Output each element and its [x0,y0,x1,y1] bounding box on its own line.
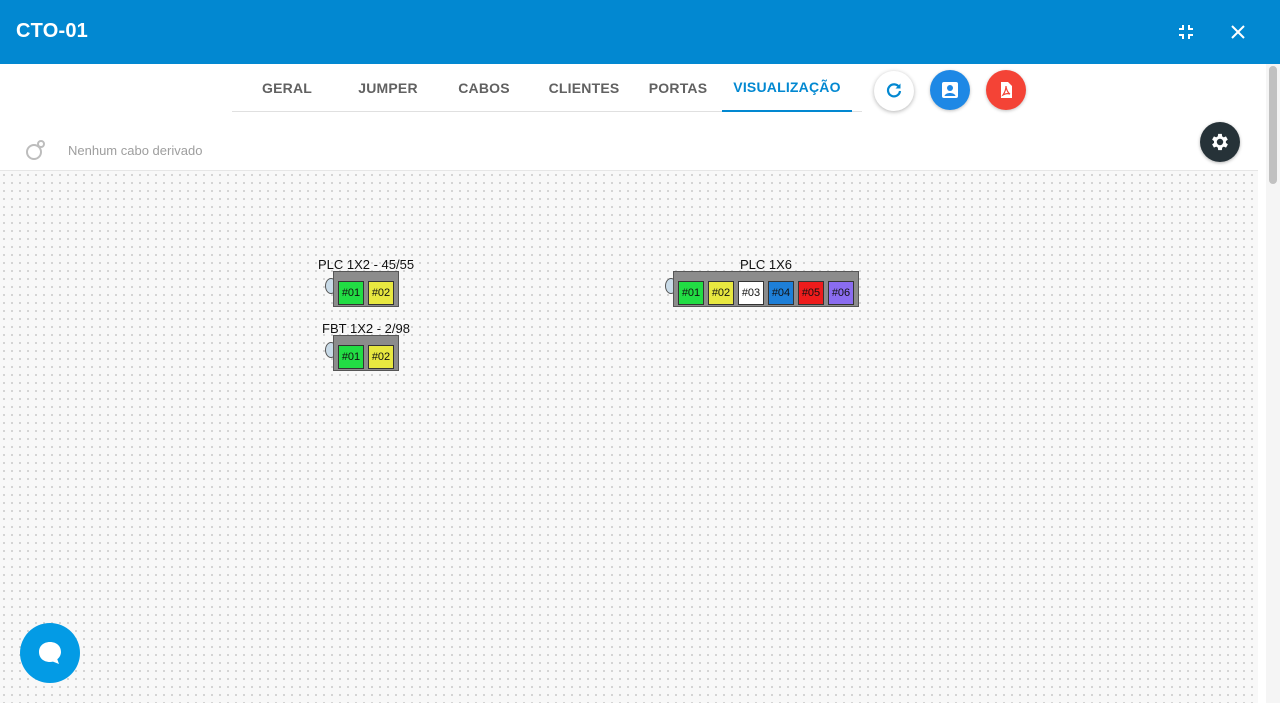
fullscreen-exit-icon [1179,25,1193,39]
settings-button[interactable] [1200,122,1240,162]
tab-clientes[interactable]: CLIENTES [534,64,634,111]
refresh-icon [886,83,902,98]
splitter-port[interactable]: #03 [738,281,764,305]
chat-bubble-icon [39,642,61,664]
minimize-button[interactable] [1172,18,1200,46]
splitter-label: FBT 1X2 - 2/98 [322,321,410,336]
tab-portas[interactable]: PORTAS [634,64,722,111]
refresh-button[interactable] [874,71,914,111]
splitter-port[interactable]: #04 [768,281,794,305]
gear-icon [1212,133,1228,151]
splitter-label: PLC 1X6 [739,257,793,272]
vertical-scrollbar[interactable] [1266,64,1280,703]
splitter-fbt-1x2[interactable]: FBT 1X2 - 2/98 #01 #02 [310,321,422,373]
splitter-plc-1x6[interactable]: PLC 1X6 #01 #02 #03 #04 #05 #06 [662,257,862,309]
splitter-label: PLC 1X2 - 45/55 [317,257,415,272]
splitter-port[interactable]: #05 [798,281,824,305]
cable-derive-icon [26,140,45,160]
tab-jumper[interactable]: JUMPER [342,64,434,111]
close-icon [1231,25,1245,39]
scrollbar-thumb[interactable] [1269,66,1277,184]
splitter-port[interactable]: #01 [338,281,364,305]
tab-bar: GERAL JUMPER CABOS CLIENTES PORTAS VISUA… [232,64,862,112]
window-header: CTO-01 [0,0,1280,64]
chat-button[interactable] [20,623,80,683]
splitter-port[interactable]: #01 [678,281,704,305]
splitter-port[interactable]: #06 [828,281,854,305]
account-box-icon [942,82,958,98]
window-title: CTO-01 [16,20,88,42]
splitter-port[interactable]: #01 [338,345,364,369]
pdf-icon [1001,82,1012,98]
export-pdf-button[interactable] [986,70,1026,110]
tab-visualizacao[interactable]: VISUALIZAÇÃO [722,64,852,112]
tab-cabos[interactable]: CABOS [434,64,534,111]
close-button[interactable] [1224,18,1252,46]
visualization-canvas[interactable]: PLC 1X2 - 45/55 #01 #02 FBT 1X2 - 2/98 #… [0,170,1258,703]
client-view-button[interactable] [930,70,970,110]
splitter-plc-1x2[interactable]: PLC 1X2 - 45/55 #01 #02 [310,257,422,309]
splitter-port[interactable]: #02 [368,281,394,305]
splitter-port[interactable]: #02 [708,281,734,305]
splitter-port[interactable]: #02 [368,345,394,369]
tab-geral[interactable]: GERAL [232,64,342,111]
derived-cable-status: Nenhum cabo derivado [68,143,203,158]
